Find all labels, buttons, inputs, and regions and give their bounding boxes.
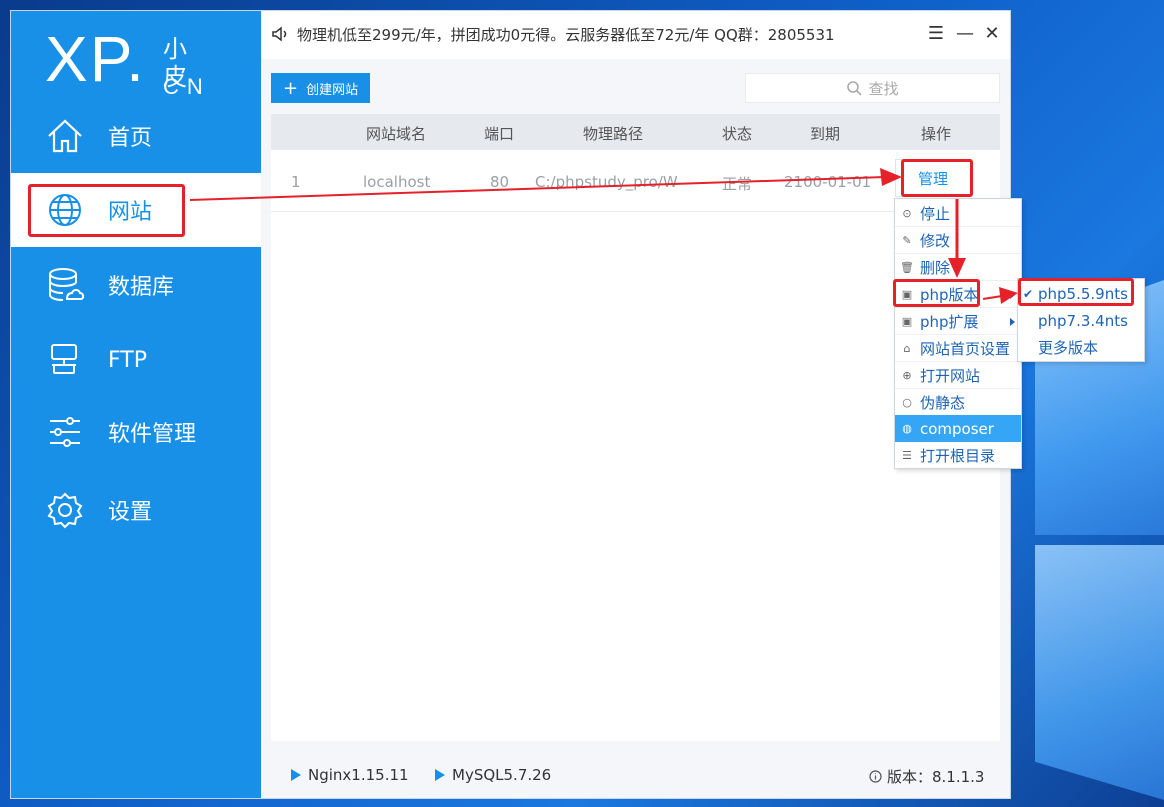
menu-item-open-root[interactable]: ☰ 打开根目录 [895, 442, 1021, 469]
sliders-icon [50, 417, 80, 447]
row-index: 1 [291, 173, 301, 191]
sidebar-item-home[interactable]: 首页 [11, 99, 261, 173]
menu-item-rewrite[interactable]: ○ 伪静态 [895, 389, 1021, 416]
column-header: 状态 [722, 125, 753, 143]
submenu-arrow-icon [1010, 290, 1015, 299]
menu-item-label: composer [920, 419, 994, 438]
menu-item-homepage-settings[interactable]: ⌂ 网站首页设置 [895, 335, 1021, 362]
table-header: 网站域名 端口 物理路径 状态 到期 操作 [271, 114, 1000, 150]
menu-item-composer[interactable]: ◍ composer [895, 415, 1021, 442]
trash-icon: 🗑 [900, 261, 914, 274]
circle-icon: ○ [902, 396, 912, 409]
menu-item-stop[interactable]: ⊙ 停止 [895, 200, 1021, 227]
context-menu: ⊙ 停止 ✎ 修改 🗑 删除 ▣ php版本 ▣ php扩展 ⌂ 网站首页设置 ⊕ 打开网站 … [894, 198, 1022, 469]
highlight-php559 [1018, 278, 1134, 306]
submenu-item-label: 更多版本 [1038, 339, 1099, 357]
menu-item-label: 打开根目录 [920, 447, 996, 465]
menu-item-label: 停止 [920, 205, 951, 223]
speaker-icon [272, 26, 287, 42]
search-placeholder: 查找 [868, 79, 899, 98]
database-icon [49, 268, 85, 301]
pencil-icon: ✎ [902, 234, 912, 247]
table-row[interactable]: 1 localhost 80 C:/phpstudy_pro/W 正常 2100… [271, 152, 1000, 212]
highlight-website-nav [28, 184, 185, 237]
play-icon [291, 769, 301, 781]
submenu-item-label: php7.3.4nts [1038, 311, 1128, 330]
menu-item-label: 修改 [920, 232, 951, 250]
mysql-label: MySQL5.7.26 [452, 766, 552, 784]
highlight-manage-button [901, 159, 973, 197]
version-label: 版本：8.1.1.3 [887, 768, 985, 786]
submenu-item-php734[interactable]: php7.3.4nts [1018, 307, 1144, 334]
composer-icon: ◍ [902, 422, 912, 435]
nginx-status[interactable]: Nginx1.15.11 [291, 766, 409, 784]
sidebar-item-settings[interactable]: 设置 [11, 473, 261, 547]
sidebar-item-software[interactable]: 软件管理 [11, 395, 261, 469]
column-header: 端口 [484, 125, 515, 143]
create-website-label: 创建网站 [306, 82, 359, 98]
menu-item-label: 网站首页设置 [920, 340, 1011, 358]
row-path: C:/phpstudy_pro/W [535, 173, 678, 191]
gear-icon [47, 492, 83, 529]
create-website-button[interactable]: + 创建网站 [271, 73, 370, 103]
search-input[interactable]: 查找 [745, 73, 1000, 103]
info-icon [869, 770, 882, 783]
sidebar-item-label: FTP [108, 347, 147, 373]
highlight-php-version [893, 279, 980, 307]
home-icon [48, 119, 82, 153]
close-button[interactable]: ✕ [981, 23, 1003, 45]
menu-item-edit[interactable]: ✎ 修改 [895, 227, 1021, 254]
menu-item-label: php扩展 [920, 313, 979, 331]
row-domain: localhost [363, 173, 431, 191]
app-window: XP. 小皮 CN 首页 网站 数据库 FTP 软件管理 设置 物理机低至299… [11, 11, 1010, 798]
menu-icon[interactable]: ☰ [925, 23, 947, 45]
menu-item-label: 删除 [920, 259, 951, 277]
globe-small-icon: ⊕ [902, 369, 912, 382]
ftp-icon [51, 344, 77, 374]
search-icon [847, 81, 863, 96]
house-icon: ⌂ [903, 342, 911, 355]
stop-icon: ⊙ [902, 207, 912, 220]
status-bar: Nginx1.15.11 MySQL5.7.26 版本：8.1.1.3 [261, 751, 1010, 798]
logo-cn-bottom: CN [163, 74, 211, 99]
play-icon [435, 769, 445, 781]
top-bar: 物理机低至299元/年，拼团成功0元得。云服务器低至72元/年 QQ群：2805… [261, 11, 1010, 59]
column-header: 网站域名 [366, 125, 427, 143]
php-extension-icon: ▣ [901, 315, 913, 328]
sidebar-item-label: 设置 [108, 500, 153, 525]
menu-item-label: 打开网站 [920, 367, 981, 385]
submenu-item-more-versions[interactable]: 更多版本 [1018, 334, 1144, 361]
sidebar-item-label: 首页 [108, 126, 153, 151]
plus-icon: + [283, 77, 299, 99]
mysql-status[interactable]: MySQL5.7.26 [435, 766, 551, 784]
column-header: 操作 [921, 125, 952, 143]
website-table: 网站域名 端口 物理路径 状态 到期 操作 1 localhost 80 C:/… [271, 114, 1000, 741]
row-status: 正常 [722, 175, 753, 193]
row-port: 80 [490, 173, 510, 191]
nginx-label: Nginx1.15.11 [308, 766, 409, 784]
menu-item-delete[interactable]: 🗑 删除 [895, 254, 1021, 281]
menu-item-php-extension[interactable]: ▣ php扩展 [895, 308, 1021, 335]
list-icon: ☰ [902, 449, 912, 462]
minimize-button[interactable]: — [954, 23, 976, 45]
version-info: 版本：8.1.1.3 [869, 766, 984, 787]
sidebar-item-label: 软件管理 [108, 422, 197, 447]
notice-text[interactable]: 物理机低至299元/年，拼团成功0元得。云服务器低至72元/年 QQ群：2805… [297, 24, 835, 45]
sidebar: XP. 小皮 CN 首页 网站 数据库 FTP 软件管理 设置 [11, 11, 261, 798]
sidebar-item-ftp[interactable]: FTP [11, 323, 261, 397]
column-header: 物理路径 [583, 125, 644, 143]
sidebar-item-database[interactable]: 数据库 [11, 248, 261, 322]
row-expiry: 2100-01-01 [784, 173, 872, 191]
submenu-arrow-icon [1010, 317, 1015, 326]
column-header: 到期 [810, 125, 841, 143]
sidebar-item-label: 数据库 [108, 275, 175, 300]
logo-xp: XP. [45, 23, 146, 95]
menu-item-label: 伪静态 [920, 394, 966, 412]
menu-item-open-site[interactable]: ⊕ 打开网站 [895, 362, 1021, 389]
